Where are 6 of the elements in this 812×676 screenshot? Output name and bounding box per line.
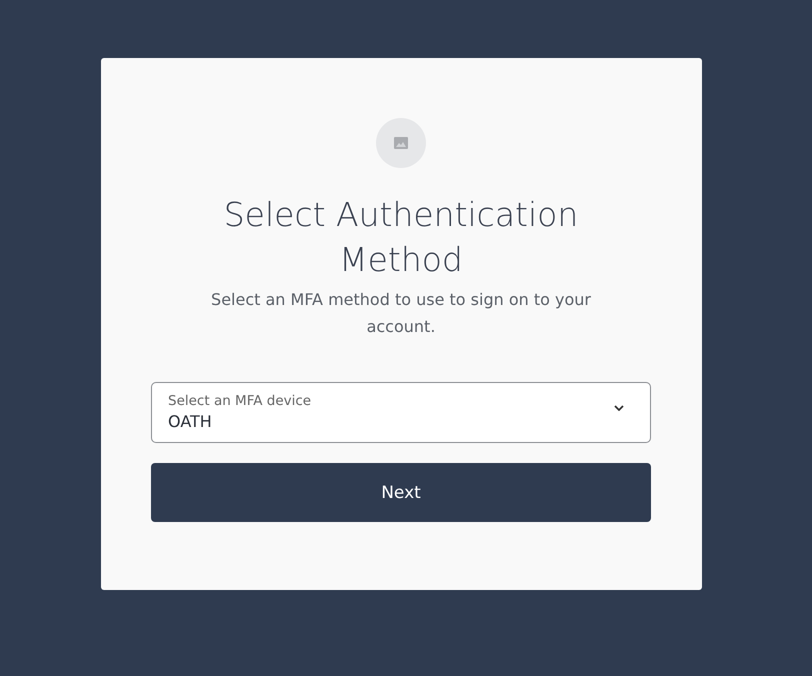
- device-select[interactable]: Select an MFA device OATH: [151, 382, 651, 443]
- page-title: Select Authentication Method: [222, 194, 580, 281]
- page-subtitle: Select an MFA method to use to sign on to your account.: [210, 289, 592, 338]
- chevron-down-icon: [614, 404, 624, 410]
- logo-placeholder-icon: [376, 118, 426, 168]
- next-button[interactable]: Next: [151, 463, 651, 522]
